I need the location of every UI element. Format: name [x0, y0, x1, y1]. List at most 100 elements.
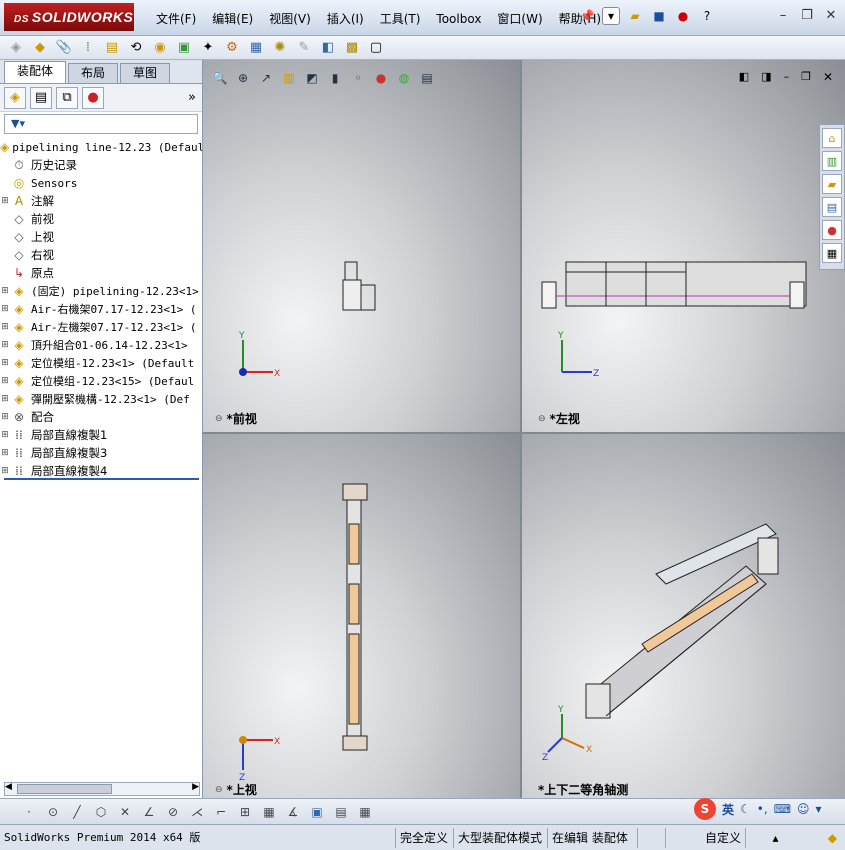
- new-document-icon[interactable]: ▾: [602, 7, 620, 25]
- viewport-isometric[interactable]: Y X Z *上下二等角轴测: [522, 434, 845, 798]
- edit-appearance-icon[interactable]: ●: [373, 70, 389, 86]
- expand-toggle-icon[interactable]: ⊞: [0, 286, 10, 296]
- scroll-right-icon[interactable]: ▶: [192, 782, 199, 792]
- new-motion-study-icon[interactable]: ⚙: [222, 39, 242, 57]
- viewport-top[interactable]: X Z ⊖ *上视: [203, 434, 520, 798]
- tree-item[interactable]: ⊞ ◈ 頂升組合01-06.14-12.23<1>: [0, 336, 202, 354]
- close-icon[interactable]: ✕: [823, 8, 839, 24]
- solidworks-logo[interactable]: DS SOLIDWORKS: [4, 3, 134, 31]
- menu-window[interactable]: 窗口(W): [489, 10, 550, 28]
- appearances-icon[interactable]: ●: [822, 220, 842, 240]
- feature-manager-icon[interactable]: ◈: [4, 86, 26, 109]
- tab-sketch[interactable]: 草图: [120, 63, 171, 83]
- tree-item[interactable]: ◇ 前视: [0, 210, 202, 228]
- view-eye-icon[interactable]: ⊖: [215, 785, 223, 795]
- keyboard-icon[interactable]: ⌨: [774, 802, 791, 816]
- tree-item[interactable]: ⊞ ⁞⁞ 局部直線複製3: [0, 444, 202, 462]
- move-component-icon[interactable]: ⟲: [126, 39, 146, 57]
- new-part-icon[interactable]: ◆: [30, 39, 50, 57]
- traffic-light-icon[interactable]: ●: [674, 7, 692, 25]
- expand-toggle-icon[interactable]: ⊞: [0, 376, 10, 386]
- circle-icon[interactable]: ⊙: [44, 803, 62, 821]
- extend-icon[interactable]: ∠: [140, 803, 158, 821]
- ime-language[interactable]: 英: [722, 801, 734, 818]
- tree-horizontal-scrollbar[interactable]: ◀ ▶: [4, 782, 200, 796]
- tree-item[interactable]: ⊞ A 注解: [0, 192, 202, 210]
- menu-insert[interactable]: 插入(I): [319, 10, 372, 28]
- expand-toggle-icon[interactable]: ⊞: [0, 196, 10, 206]
- expand-toggle-icon[interactable]: ⊞: [0, 466, 10, 476]
- pin-icon[interactable]: 📌: [578, 7, 596, 25]
- expand-toggle-icon[interactable]: ⊞: [0, 412, 10, 422]
- section-view-icon[interactable]: ▥: [281, 70, 297, 86]
- smart-fasteners-icon[interactable]: ▤: [102, 39, 122, 57]
- view-eye-icon[interactable]: ⊖: [538, 414, 546, 424]
- tile-windows-icon[interactable]: ▦: [356, 803, 374, 821]
- zoom-to-fit-icon[interactable]: 🔍: [212, 70, 228, 86]
- menu-view[interactable]: 视图(V): [261, 10, 319, 28]
- angle-icon[interactable]: ∡: [284, 803, 302, 821]
- save-icon[interactable]: ■: [650, 7, 668, 25]
- mate-icon[interactable]: 📎: [54, 39, 74, 57]
- close-pane-icon[interactable]: ✕: [823, 70, 833, 84]
- bill-of-materials-icon[interactable]: ▦: [246, 39, 266, 57]
- rebuild-icon[interactable]: ◆: [828, 831, 837, 845]
- apply-scene-icon[interactable]: ◍: [396, 70, 412, 86]
- filter-field[interactable]: ▼▾: [4, 114, 198, 134]
- property-manager-icon[interactable]: ▤: [30, 86, 52, 109]
- expand-toggle-icon[interactable]: ⊞: [0, 322, 10, 332]
- view-palette-icon[interactable]: ▤: [822, 197, 842, 217]
- design-library-icon[interactable]: ▥: [822, 151, 842, 171]
- exploded-view-icon[interactable]: ✺: [270, 39, 290, 57]
- insert-component-icon[interactable]: ◈: [6, 39, 26, 57]
- interference-icon[interactable]: ▩: [342, 39, 362, 57]
- expand-toggle-icon[interactable]: ⊞: [0, 448, 10, 458]
- sogou-logo-icon[interactable]: S: [694, 798, 716, 820]
- linear-pattern-icon[interactable]: ⁞: [78, 39, 98, 57]
- help-icon[interactable]: ?: [698, 7, 716, 25]
- moon-icon[interactable]: ☾: [740, 802, 751, 816]
- restore-icon[interactable]: ❐: [799, 8, 815, 24]
- restore-pane-icon[interactable]: ❐: [801, 70, 811, 84]
- tree-item[interactable]: ⊞ ◈ 定位模组-12.23<15> (Defaul: [0, 372, 202, 390]
- viewport-left[interactable]: Y Z ⊖ *左视: [522, 60, 845, 432]
- next-pane-icon[interactable]: ◨: [761, 70, 771, 84]
- user-icon[interactable]: ☺: [797, 802, 810, 816]
- tree-item[interactable]: ⊞ ⁞⁞ 局部直線複製1: [0, 426, 202, 444]
- configuration-manager-icon[interactable]: ⧉: [56, 86, 78, 109]
- scroll-left-icon[interactable]: ◀: [5, 782, 12, 792]
- offset-icon[interactable]: ⊘: [164, 803, 182, 821]
- zoom-area-icon[interactable]: ⊕: [235, 70, 251, 86]
- menu-toolbox[interactable]: Toolbox: [428, 10, 489, 28]
- punctuation-icon[interactable]: •,: [757, 802, 768, 816]
- hide-show-icon[interactable]: ◦: [350, 70, 366, 86]
- viewport-front[interactable]: Y X ⊖ *前视: [203, 60, 520, 432]
- shirt-icon[interactable]: ▾: [816, 802, 822, 816]
- reference-geometry-icon[interactable]: ✦: [198, 39, 218, 57]
- expand-toggle-icon[interactable]: ⊞: [0, 340, 10, 350]
- dimension-icon[interactable]: ⊞: [236, 803, 254, 821]
- view-eye-icon[interactable]: ⊖: [215, 414, 223, 424]
- menu-file[interactable]: 文件(F): [148, 10, 204, 28]
- expand-toggle-icon[interactable]: ⊞: [0, 430, 10, 440]
- tree-item[interactable]: ⊞ ◈ Air-左機架07.17-12.23<1> (: [0, 318, 202, 336]
- expand-toggle-icon[interactable]: ⊞: [0, 304, 10, 314]
- scroll-thumb[interactable]: [17, 784, 112, 794]
- tab-assembly[interactable]: 装配体: [4, 61, 67, 83]
- tree-item[interactable]: ⊞ ◈ 定位模组-12.23<1> (Default: [0, 354, 202, 372]
- previous-view-icon[interactable]: ↗: [258, 70, 274, 86]
- open-folder-icon[interactable]: ▰: [626, 7, 644, 25]
- display-manager-icon[interactable]: ●: [82, 86, 104, 109]
- tab-layout[interactable]: 布局: [68, 63, 119, 83]
- home-icon[interactable]: ⌂: [822, 128, 842, 148]
- tree-item[interactable]: ⊞ ◈ (固定) pipelining-12.23<1>: [0, 282, 202, 300]
- snapshot-icon[interactable]: ▢: [366, 39, 386, 57]
- shaded-view-icon[interactable]: ▣: [308, 803, 326, 821]
- window-layout-icon[interactable]: ▤: [332, 803, 350, 821]
- tree-item[interactable]: ↳ 原点: [0, 264, 202, 282]
- tree-item[interactable]: ◇ 上视: [0, 228, 202, 246]
- view-settings-icon[interactable]: ▤: [419, 70, 435, 86]
- menu-edit[interactable]: 编辑(E): [204, 10, 261, 28]
- expand-chevron-icon[interactable]: »: [188, 90, 196, 105]
- view-orientation-icon[interactable]: ◩: [304, 70, 320, 86]
